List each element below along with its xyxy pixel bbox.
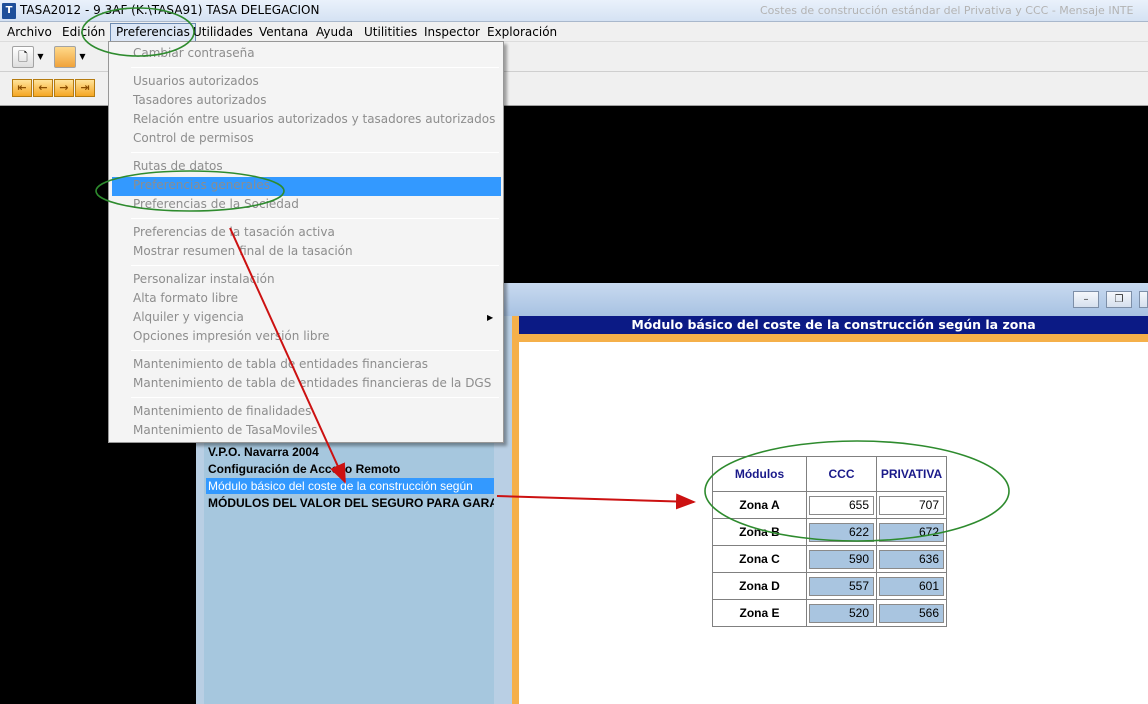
menu-item-alquiler-vigencia[interactable]: Alquiler y vigencia xyxy=(133,308,244,327)
ccc-field[interactable]: 622 xyxy=(809,522,874,542)
menu-item-opciones-impresion[interactable]: Opciones impresión versión libre xyxy=(133,327,330,346)
table-row: Zona A 655 707 xyxy=(712,491,947,519)
menu-separator xyxy=(131,350,499,351)
title-bar: T TASA2012 - 9.3AF (K:\TASA91) TASA DELE… xyxy=(0,0,1148,22)
menu-item-preferencias-sociedad[interactable]: Preferencias de la Sociedad xyxy=(133,195,299,214)
row-label: Zona E xyxy=(712,599,807,627)
next-record-icon[interactable]: → xyxy=(54,79,74,97)
privativa-field[interactable]: 707 xyxy=(879,495,944,515)
list-item-vpo-navarra[interactable]: V.P.O. Navarra 2004 xyxy=(206,444,319,460)
window-title: TASA2012 - 9.3AF (K:\TASA91) TASA DELEGA… xyxy=(20,3,320,17)
privativa-field[interactable]: 636 xyxy=(879,549,944,569)
menu-archivo[interactable]: Archivo xyxy=(2,22,57,42)
last-record-icon[interactable]: ⇥ xyxy=(75,79,95,97)
submenu-arrow-icon: ▶ xyxy=(487,313,494,322)
content-header: Módulo básico del coste de la construcci… xyxy=(519,316,1148,334)
menu-separator xyxy=(131,152,499,153)
menu-item-mostrar-resumen[interactable]: Mostrar resumen final de la tasación xyxy=(133,242,353,261)
first-record-icon[interactable]: ⇤ xyxy=(12,79,32,97)
menu-edicion[interactable]: Edición xyxy=(57,22,110,42)
menu-bar: Archivo Edición Preferencias Utilidades … xyxy=(0,22,1148,42)
menu-separator xyxy=(131,397,499,398)
menu-item-mant-entidades-dgs[interactable]: Mantenimiento de tabla de entidades fina… xyxy=(133,374,491,393)
menu-item-relacion-usuarios-tasadores[interactable]: Relación entre usuarios autorizados y ta… xyxy=(133,110,495,129)
menu-exploracion[interactable]: Exploración xyxy=(482,22,562,42)
new-dropdown-icon[interactable]: ▼ xyxy=(36,46,45,68)
table-row: Zona B 622 672 xyxy=(712,518,947,546)
menu-item-usuarios-autorizados[interactable]: Usuarios autorizados xyxy=(133,72,259,91)
list-item-modulos-garaje[interactable]: MÓDULOS DEL VALOR DEL SEGURO PARA GARAJE xyxy=(206,495,494,511)
table-header-row: Módulos CCC PRIVATIVA xyxy=(712,456,947,492)
privativa-field[interactable]: 566 xyxy=(879,603,944,623)
header-modulos: Módulos xyxy=(712,456,807,492)
menu-item-preferencias-tasacion-activa[interactable]: Preferencias de la tasación activa xyxy=(133,223,335,242)
menu-separator xyxy=(131,67,499,68)
table-row: Zona E 520 566 xyxy=(712,599,947,627)
open-dropdown-icon[interactable]: ▼ xyxy=(78,46,87,68)
menu-item-personalizar-instalacion[interactable]: Personalizar instalación xyxy=(133,270,275,289)
ccc-field[interactable]: 655 xyxy=(809,495,874,515)
new-document-icon[interactable]: 🗋 xyxy=(12,46,34,68)
menu-item-control-permisos[interactable]: Control de permisos xyxy=(133,129,254,148)
list-item-acceso-remoto[interactable]: Configuración de Acceso Remoto xyxy=(206,461,400,477)
menu-item-alta-formato-libre[interactable]: Alta formato libre xyxy=(133,289,238,308)
menu-item-preferencias-generales[interactable]: Preferencias generales xyxy=(133,176,270,195)
modules-table: Módulos CCC PRIVATIVA Zona A 655 707 Zon… xyxy=(712,456,947,627)
menu-ayuda[interactable]: Ayuda xyxy=(311,22,358,42)
menu-utilidades[interactable]: Utilidades xyxy=(188,22,258,42)
previous-record-icon[interactable]: ← xyxy=(33,79,53,97)
open-folder-icon[interactable] xyxy=(54,46,76,68)
header-privativa: PRIVATIVA xyxy=(876,456,947,492)
menu-separator xyxy=(131,265,499,266)
menu-item-mant-finalidades[interactable]: Mantenimiento de finalidades xyxy=(133,402,311,421)
app-icon: T xyxy=(2,3,16,19)
list-item-modulo-basico[interactable]: Módulo básico del coste de la construcci… xyxy=(206,478,494,494)
row-label: Zona A xyxy=(712,491,807,519)
window-title-secondary: Costes de construcción estándar del Priv… xyxy=(760,4,1134,17)
menu-inspector[interactable]: Inspector xyxy=(419,22,485,42)
row-label: Zona C xyxy=(712,545,807,573)
privativa-field[interactable]: 601 xyxy=(879,576,944,596)
menu-item-mant-tasamoviles[interactable]: Mantenimiento de TasaMoviles xyxy=(133,421,317,440)
ccc-field[interactable]: 520 xyxy=(809,603,874,623)
menu-item-rutas-datos[interactable]: Rutas de datos xyxy=(133,157,223,176)
restore-icon[interactable]: ❐ xyxy=(1106,291,1132,308)
ccc-field[interactable]: 557 xyxy=(809,576,874,596)
preferencias-dropdown-menu: Cambiar contraseña Usuarios autorizados … xyxy=(108,41,504,443)
header-ccc: CCC xyxy=(806,456,877,492)
menu-ventana[interactable]: Ventana xyxy=(254,22,313,42)
row-label: Zona B xyxy=(712,518,807,546)
menu-item-cambiar-contrasena[interactable]: Cambiar contraseña xyxy=(133,44,255,63)
privativa-field[interactable]: 672 xyxy=(879,522,944,542)
menu-item-mant-entidades-financieras[interactable]: Mantenimiento de tabla de entidades fina… xyxy=(133,355,428,374)
table-row: Zona C 590 636 xyxy=(712,545,947,573)
menu-preferencias[interactable]: Preferencias xyxy=(110,23,196,42)
menu-separator xyxy=(131,218,499,219)
minimize-icon[interactable]: – xyxy=(1073,291,1099,308)
row-label: Zona D xyxy=(712,572,807,600)
menu-utilitities[interactable]: Utilitities xyxy=(359,22,422,42)
ccc-field[interactable]: 590 xyxy=(809,549,874,569)
table-row: Zona D 557 601 xyxy=(712,572,947,600)
menu-item-tasadores-autorizados[interactable]: Tasadores autorizados xyxy=(133,91,267,110)
close-icon[interactable] xyxy=(1139,291,1148,308)
